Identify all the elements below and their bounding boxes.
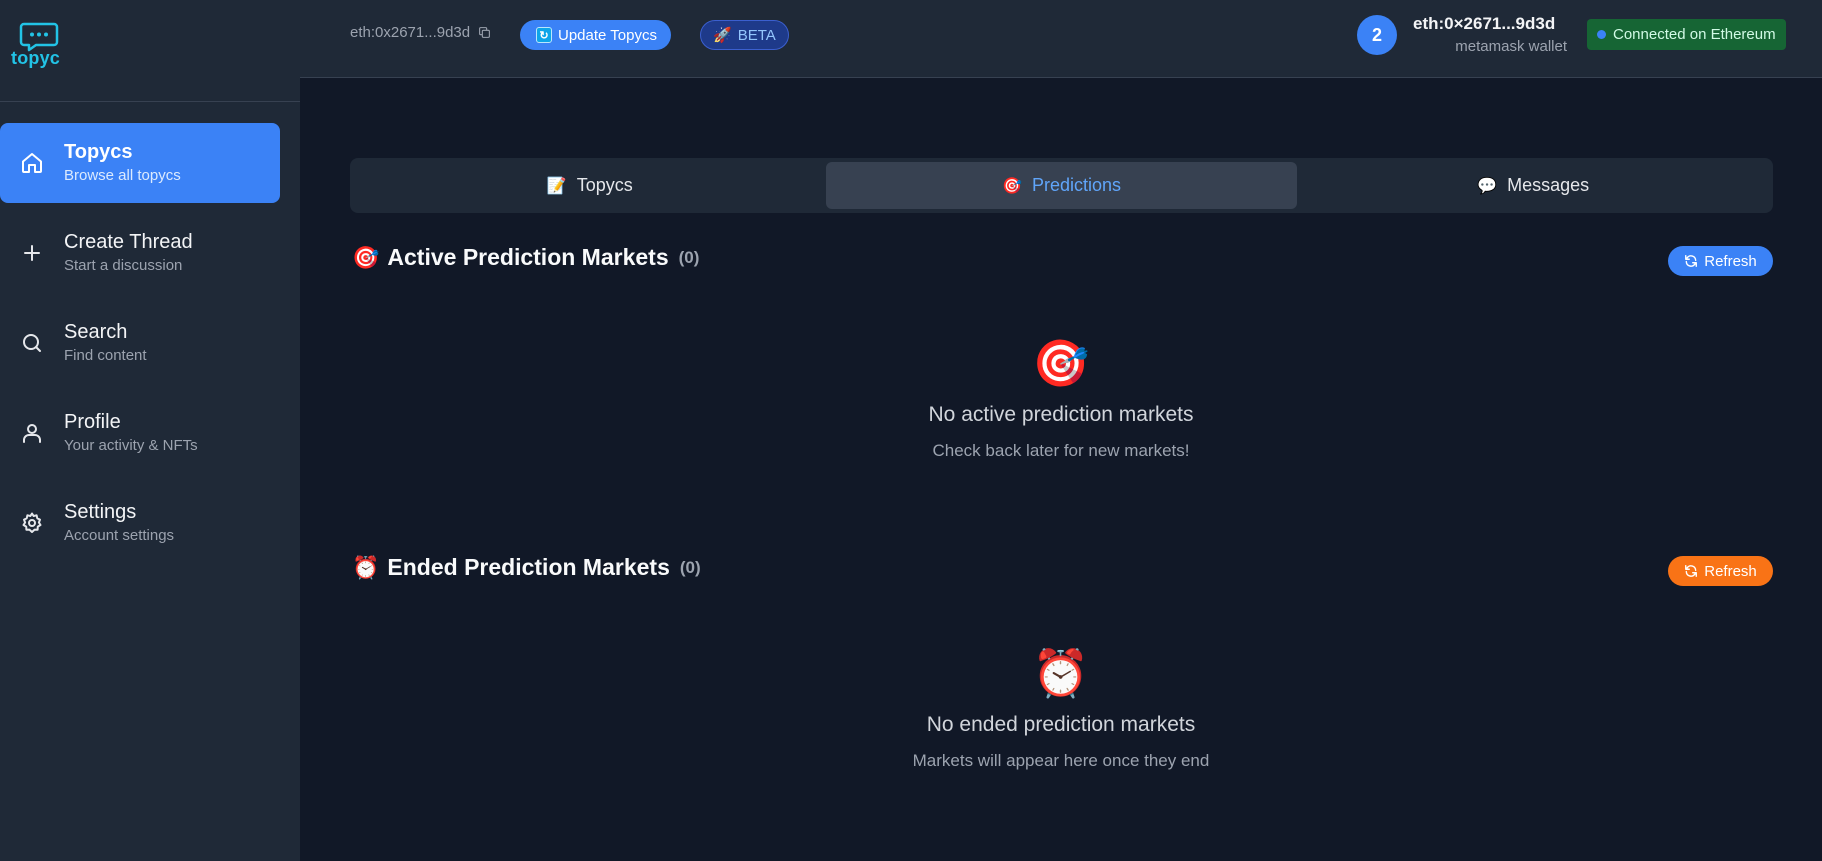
tab-label: Messages — [1507, 175, 1590, 195]
plus-icon — [0, 241, 64, 265]
alarm-clock-icon: ⏰ — [1032, 647, 1090, 699]
sidebar-item-subtitle: Account settings — [64, 527, 175, 544]
ended-markets-empty-state: ⏰ No ended prediction markets Markets wi… — [800, 645, 1322, 771]
sidebar-item-create-thread[interactable]: Create Thread Start a discussion — [0, 213, 280, 293]
refresh-label: Refresh — [1704, 562, 1757, 580]
sidebar-item-title: Profile — [64, 411, 121, 433]
sidebar-item-settings[interactable]: Settings Account settings — [0, 483, 280, 563]
connection-status-badge: Connected on Ethereum — [1587, 19, 1786, 50]
refresh-icon — [1685, 565, 1698, 577]
speech-bubble-icon: 💬 — [1477, 177, 1498, 195]
refresh-label: Refresh — [1704, 252, 1757, 270]
empty-subtitle: Markets will appear here once they end — [912, 751, 1210, 770]
sidebar-item-subtitle: Browse all topycs — [64, 167, 181, 184]
sidebar-item-search[interactable]: Search Find content — [0, 303, 280, 383]
wallet-address-text: eth:0x2671...9d3d — [350, 24, 471, 41]
user-icon — [0, 421, 64, 445]
home-icon — [0, 151, 64, 175]
connection-status-text: Connected on Ethereum — [1613, 26, 1776, 43]
active-markets-title: Active Prediction Markets — [387, 244, 669, 270]
refresh-active-button[interactable]: Refresh — [1668, 246, 1773, 276]
target-icon: 🎯 — [1032, 337, 1090, 389]
empty-subtitle: Check back later for new markets! — [932, 441, 1190, 460]
rocket-icon: 🚀 — [713, 27, 732, 44]
active-markets-header: 🎯 Active Prediction Markets (0) — [352, 244, 699, 271]
main-tabs: 📝 Topycs 🎯 Predictions 💬 Messages — [350, 158, 1773, 213]
refresh-ended-button[interactable]: Refresh — [1668, 556, 1773, 586]
tab-label: Topycs — [576, 175, 633, 195]
brand-name: topyc — [11, 48, 61, 68]
empty-title: No ended prediction markets — [926, 713, 1196, 736]
copy-icon[interactable] — [478, 26, 491, 39]
sidebar-item-topycs[interactable]: Topycs Browse all topycs — [0, 123, 280, 203]
sidebar-item-title: Create Thread — [64, 231, 193, 253]
gear-icon — [0, 511, 64, 535]
active-markets-empty-state: 🎯 No active prediction markets Check bac… — [800, 335, 1322, 461]
beta-badge[interactable]: 🚀 BETA — [700, 20, 789, 50]
beta-label: BETA — [737, 26, 776, 44]
tab-messages[interactable]: 💬 Messages — [1297, 162, 1769, 209]
sidebar-item-subtitle: Start a discussion — [64, 257, 183, 274]
empty-title: No active prediction markets — [928, 403, 1194, 426]
active-markets-count: (0) — [678, 247, 700, 267]
top-header: eth:0x2671...9d3d ↻ Update Topycs 🚀 BETA… — [300, 0, 1822, 78]
ended-markets-title: Ended Prediction Markets — [387, 554, 670, 580]
sidebar-item-title: Topycs — [64, 141, 133, 163]
sidebar: topyc Topycs Browse all topycs Create Th… — [0, 0, 300, 861]
avatar[interactable]: 2 — [1357, 15, 1397, 55]
refresh-icon — [1685, 255, 1698, 267]
memo-icon: 📝 — [546, 177, 567, 195]
update-topycs-label: Update Topycs — [558, 26, 657, 44]
tab-label: Predictions — [1031, 175, 1121, 195]
ended-markets-count: (0) — [679, 557, 701, 577]
update-topycs-button[interactable]: ↻ Update Topycs — [520, 20, 671, 50]
sidebar-divider — [0, 101, 300, 102]
user-wallet-type: metamask wallet — [1455, 38, 1567, 55]
user-name: eth:0×2671...9d3d — [1413, 14, 1556, 33]
tab-topycs[interactable]: 📝 Topycs — [354, 162, 826, 209]
sidebar-item-subtitle: Your activity & NFTs — [64, 437, 198, 454]
sidebar-item-subtitle: Find content — [64, 347, 147, 364]
tab-predictions[interactable]: 🎯 Predictions — [825, 162, 1298, 209]
status-dot-icon — [1597, 30, 1606, 39]
wallet-address[interactable]: eth:0x2671...9d3d — [350, 24, 491, 41]
refresh-icon: ↻ — [536, 27, 552, 43]
sidebar-item-title: Settings — [64, 501, 137, 523]
search-icon — [0, 331, 64, 355]
target-icon: 🎯 — [352, 244, 380, 270]
alarm-clock-icon: ⏰ — [352, 554, 380, 580]
sidebar-item-title: Search — [64, 321, 128, 343]
sidebar-item-profile[interactable]: Profile Your activity & NFTs — [0, 393, 280, 473]
ended-markets-header: ⏰ Ended Prediction Markets (0) — [352, 554, 701, 581]
target-icon: 🎯 — [1002, 177, 1022, 195]
